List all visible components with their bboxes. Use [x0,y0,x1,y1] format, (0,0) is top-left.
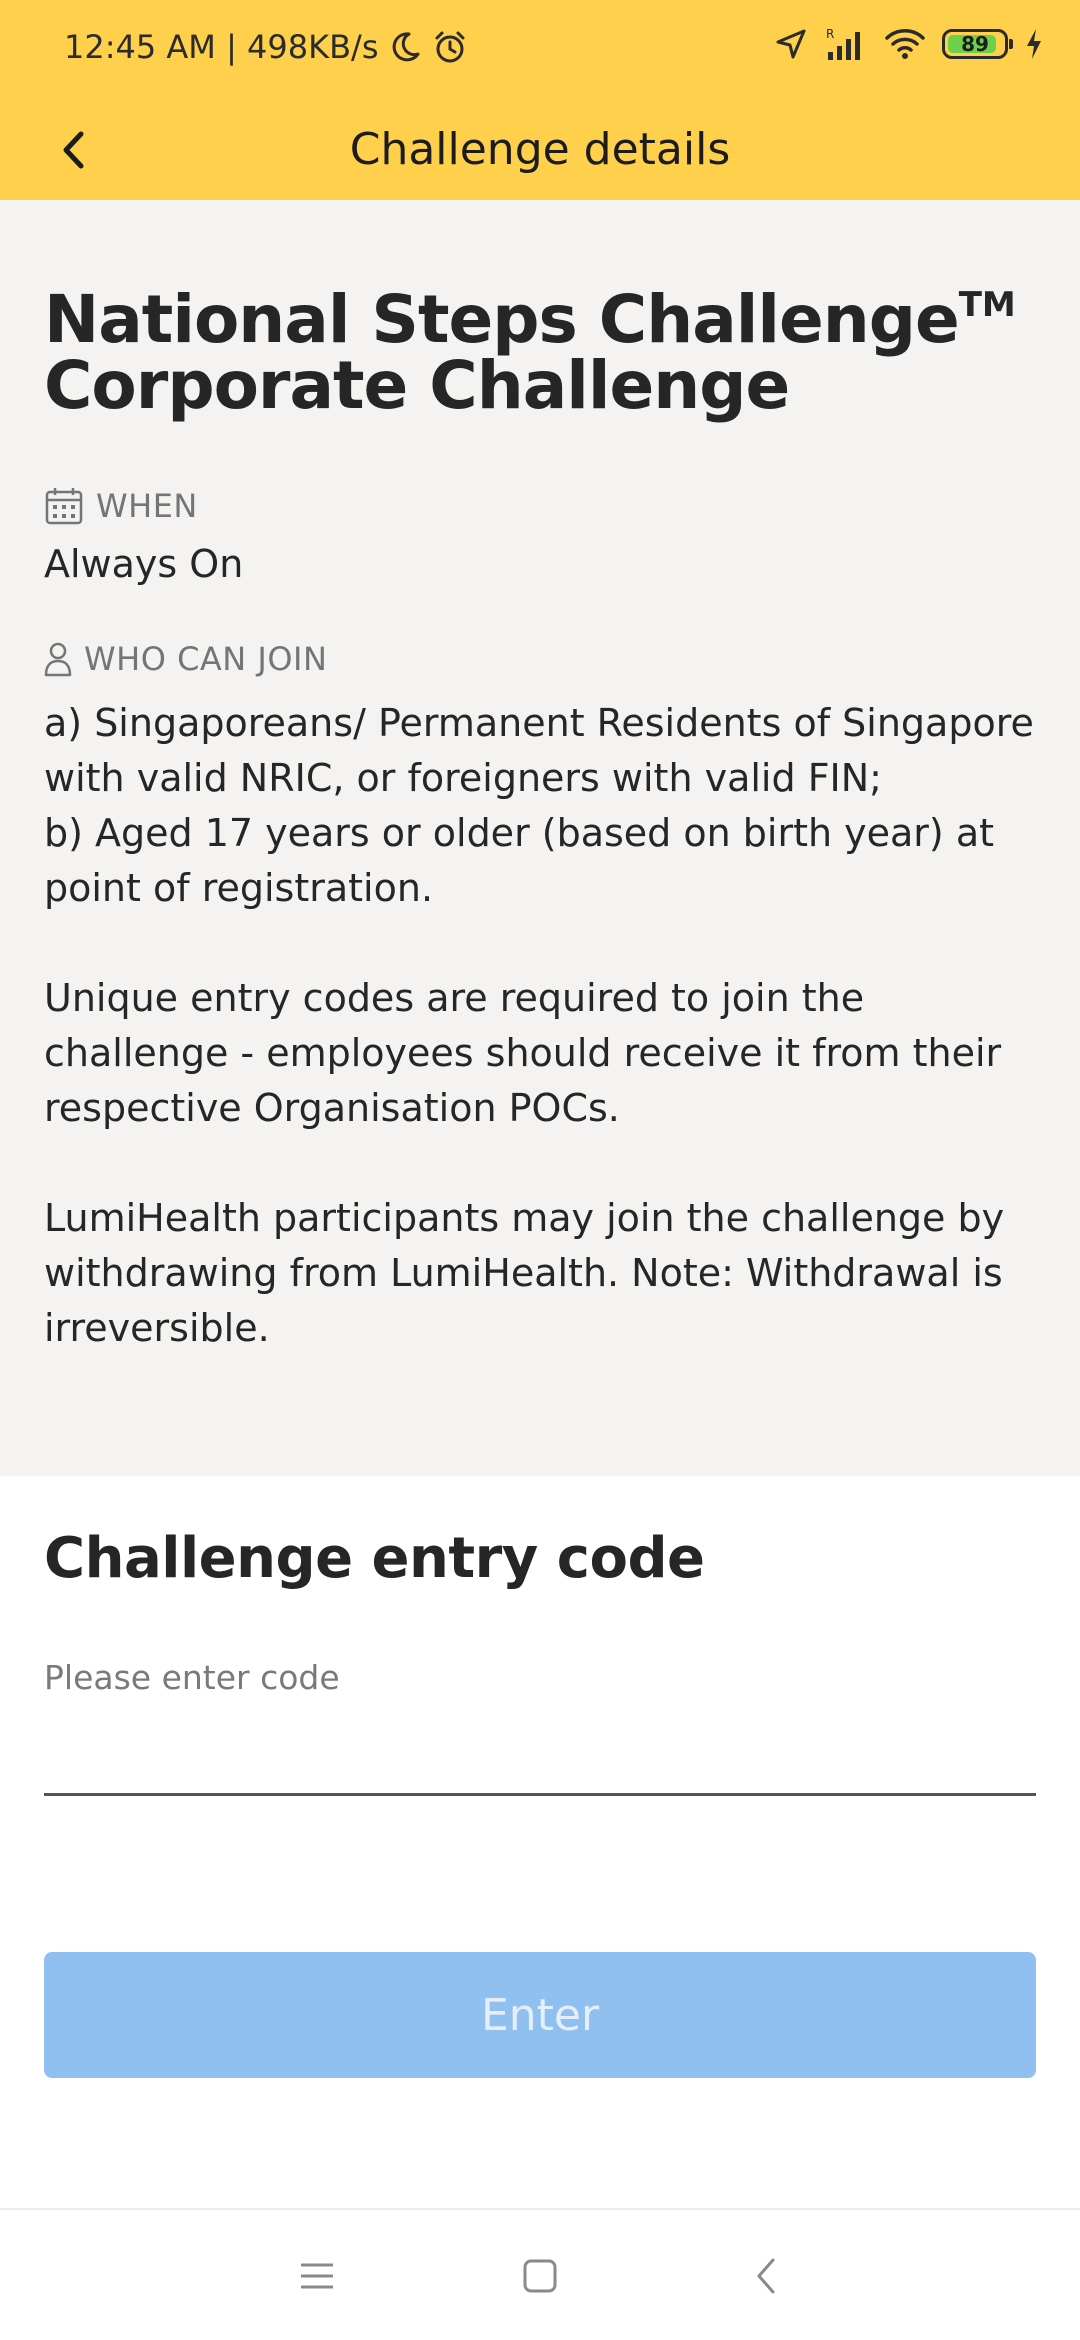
challenge-info-section: National Steps ChallengeTM Corporate Chal… [0,200,1080,1476]
home-square-icon [523,2259,557,2293]
moon-icon [388,30,422,64]
enter-button[interactable]: Enter [44,1952,1036,2078]
battery-icon: 89 [942,29,1013,59]
back-chevron-icon [757,2258,775,2294]
charging-icon [1024,27,1044,61]
who-can-join-label: WHO CAN JOIN [84,640,328,678]
menu-icon [301,2263,333,2289]
when-value: Always On [44,542,244,586]
challenge-title-line2: Corporate Challenge [44,347,790,424]
eligibility-line-a: a) Singaporeans/ Permanent Residents of … [44,701,1034,800]
recent-apps-button[interactable] [287,2246,347,2306]
location-arrow-icon [774,27,808,61]
trademark-mark: TM [958,285,1016,325]
entry-code-section: Challenge entry code Please enter code E… [0,1476,1080,2208]
challenge-title: National Steps ChallengeTM Corporate Chal… [44,272,1044,419]
status-bar: 12:45 AM | 498KB/s R 89 [0,0,1080,100]
entry-code-input[interactable] [44,1716,1036,1796]
calendar-icon [45,488,83,525]
lumihealth-note: LumiHealth participants may join the cha… [44,1196,1005,1350]
status-left: 12:45 AM | 498KB/s [64,28,468,66]
entry-code-heading: Challenge entry code [44,1526,705,1591]
wifi-icon [884,26,926,62]
alarm-icon [432,29,468,65]
system-back-button[interactable] [737,2246,797,2306]
when-label: WHEN [96,487,198,525]
system-nav-bar [0,2208,1080,2340]
eligibility-text: a) Singaporeans/ Permanent Residents of … [44,696,1044,1356]
battery-level: 89 [961,32,989,56]
status-time-speed: 12:45 AM | 498KB/s [64,28,379,66]
when-header: WHEN [44,486,198,526]
entry-code-label: Please enter code [44,1658,340,1697]
app-bar: Challenge details [0,100,1080,200]
signal-icon: R [824,26,868,62]
who-can-join-header: WHO CAN JOIN [44,640,327,678]
home-button[interactable] [510,2246,570,2306]
eligibility-line-b: b) Aged 17 years or older (based on birt… [44,811,995,910]
person-icon [44,642,72,677]
app-bar-title: Challenge details [349,124,731,175]
status-right: R 89 [774,26,1044,62]
entry-code-note: Unique entry codes are required to join … [44,976,1002,1130]
svg-text:R: R [826,27,834,41]
top-bar: 12:45 AM | 498KB/s R 89 Challenge detail… [0,0,1080,200]
